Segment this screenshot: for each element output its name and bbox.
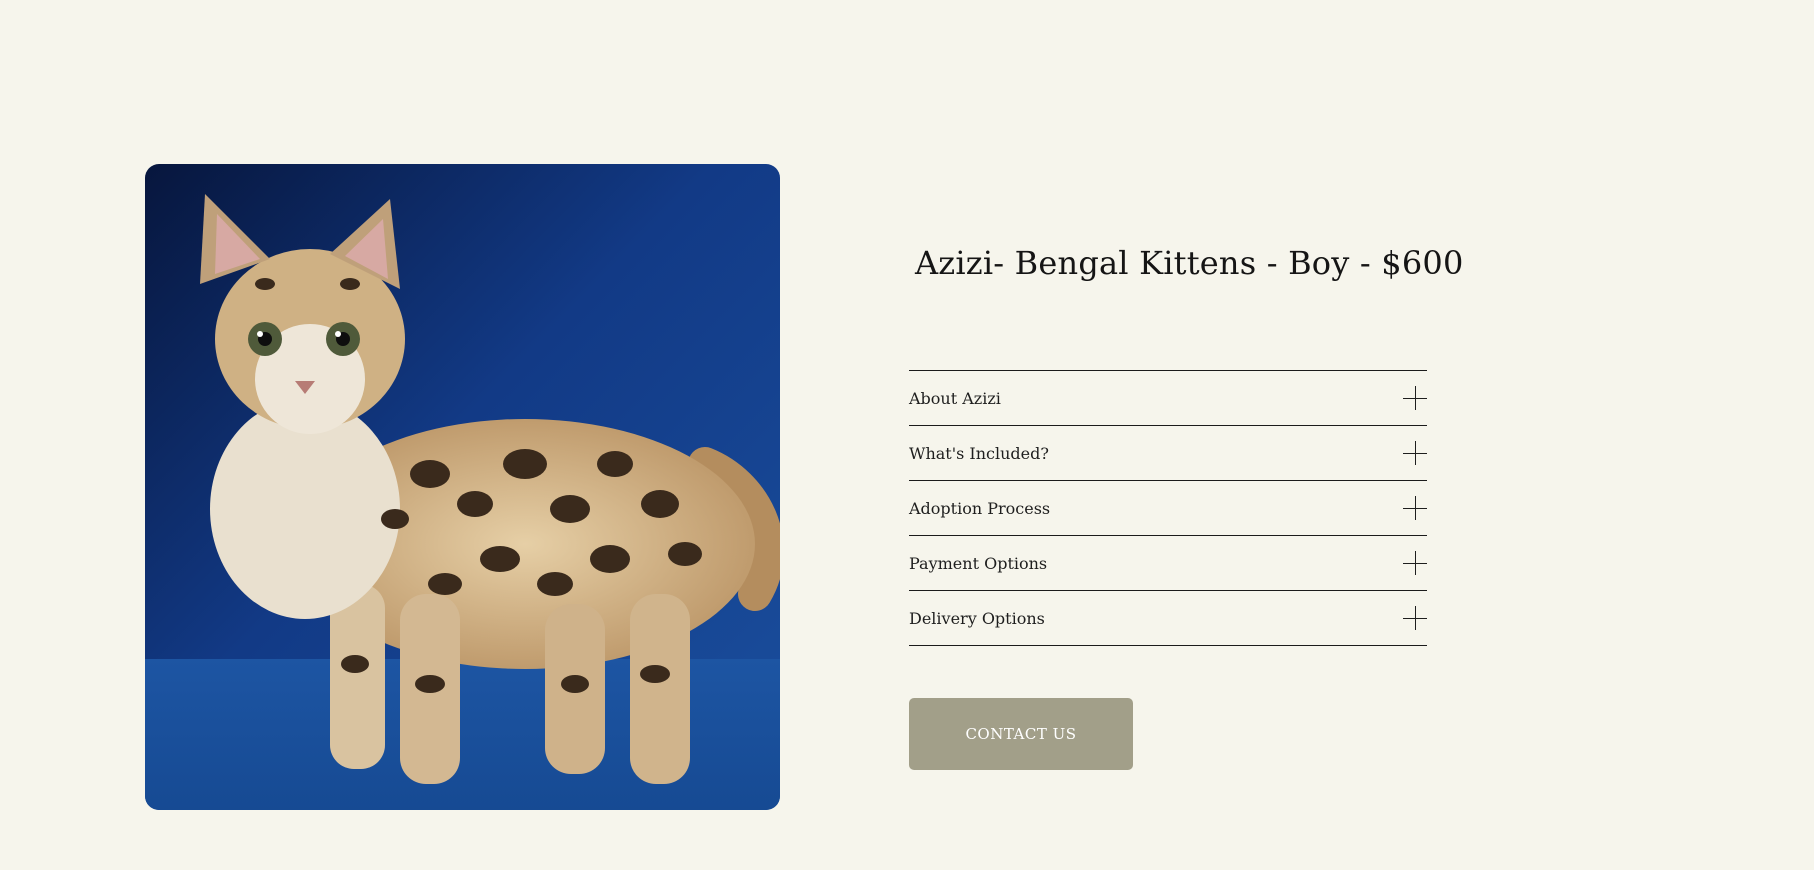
plus-icon[interactable] bbox=[1403, 441, 1427, 465]
plus-icon[interactable] bbox=[1403, 606, 1427, 630]
plus-icon[interactable] bbox=[1403, 551, 1427, 575]
accordion-item-about[interactable]: About Azizi bbox=[909, 371, 1427, 426]
accordion-item-payment-options[interactable]: Payment Options bbox=[909, 536, 1427, 591]
product-page: Azizi- Bengal Kittens - Boy - $600 About… bbox=[0, 0, 1814, 870]
accordion-item-delivery-options[interactable]: Delivery Options bbox=[909, 591, 1427, 646]
plus-icon[interactable] bbox=[1403, 496, 1427, 520]
accordion-label: Adoption Process bbox=[909, 498, 1051, 518]
accordion-item-adoption-process[interactable]: Adoption Process bbox=[909, 481, 1427, 536]
accordion-label: Payment Options bbox=[909, 553, 1048, 573]
contact-us-button[interactable]: CONTACT US bbox=[909, 698, 1133, 770]
accordion-item-whats-included[interactable]: What's Included? bbox=[909, 426, 1427, 481]
plus-icon[interactable] bbox=[1403, 386, 1427, 410]
accordion-label: Delivery Options bbox=[909, 608, 1045, 628]
product-title: Azizi- Bengal Kittens - Boy - $600 bbox=[915, 244, 1464, 282]
accordion-label: About Azizi bbox=[909, 388, 1001, 408]
kitten-photo bbox=[145, 164, 780, 810]
accordion-label: What's Included? bbox=[909, 443, 1049, 463]
product-image bbox=[145, 164, 780, 810]
product-accordion: About Azizi What's Included? Adoption Pr… bbox=[909, 370, 1427, 646]
